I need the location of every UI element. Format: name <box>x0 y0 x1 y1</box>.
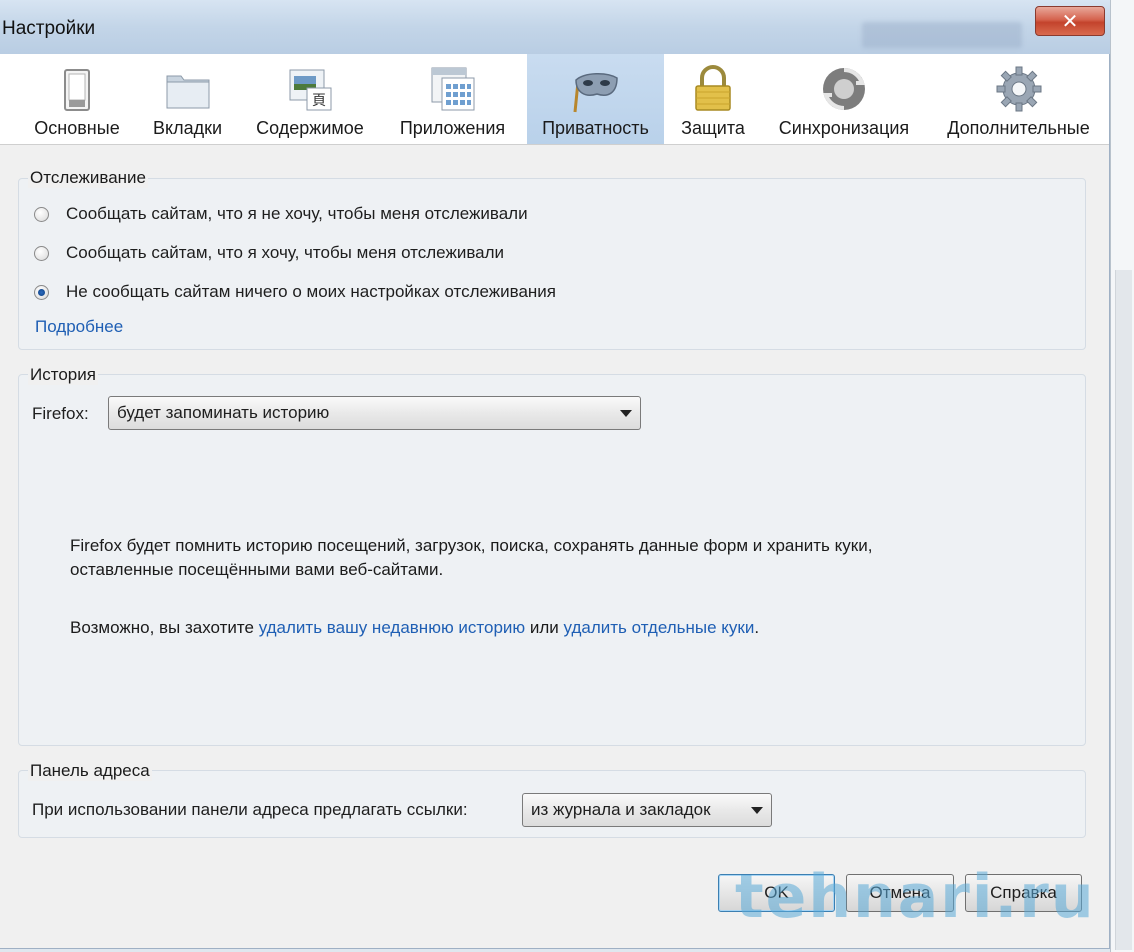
tab-applications-label: Приложения <box>399 118 506 138</box>
tab-advanced-label: Дополнительные <box>947 118 1090 138</box>
remove-cookies-link[interactable]: удалить отдельные куки <box>564 618 755 637</box>
window-title: Настройки <box>2 18 96 39</box>
address-bar-legend: Панель адреса <box>28 761 152 781</box>
cancel-button[interactable]: Отмена <box>846 874 954 912</box>
switch-icon <box>64 69 90 111</box>
content-icon: 頁 <box>289 69 332 111</box>
tab-content[interactable]: 頁 Содержимое <box>240 54 380 144</box>
chevron-down-icon <box>751 807 763 814</box>
help-button[interactable]: Справка <box>965 874 1082 912</box>
tracking-option-dont-track[interactable]: Сообщать сайтам, что я не хочу, чтобы ме… <box>34 204 528 224</box>
tab-general-label: Основные <box>34 118 120 138</box>
tab-privacy-label: Приватность <box>542 118 649 138</box>
chevron-down-icon <box>620 410 632 417</box>
tab-tabs-label: Вкладки <box>152 118 223 138</box>
tracking-option-allow-track[interactable]: Сообщать сайтам, что я хочу, чтобы меня … <box>34 243 504 263</box>
tab-sync-label: Синхронизация <box>778 118 910 138</box>
history-description-line1: Firefox будет помнить историю посещений,… <box>70 536 873 555</box>
tab-content-label: Содержимое <box>256 118 364 138</box>
tab-general[interactable]: Основные <box>14 54 140 144</box>
history-mode-select[interactable]: будет запоминать историю <box>108 396 641 430</box>
desktop-background <box>1110 0 1134 952</box>
history-description-line2: оставленные посещёнными вами веб-сайтами… <box>70 560 444 579</box>
sync-icon <box>823 68 865 110</box>
close-icon: ✕ <box>1061 10 1079 33</box>
history-description: Firefox будет помнить историю посещений,… <box>70 534 872 582</box>
history-hint: Возможно, вы захотите удалить вашу недав… <box>70 616 759 640</box>
ok-button-label: OK <box>764 883 789 902</box>
firefox-label: Firefox: <box>32 404 89 423</box>
address-bar-suggestions-value: из журнала и закладок <box>531 800 711 819</box>
folder-tabs-icon <box>166 75 209 109</box>
help-button-label: Справка <box>990 883 1057 902</box>
blurred-background-text <box>862 22 1022 48</box>
clear-recent-history-link[interactable]: удалить вашу недавнюю историю <box>259 618 525 637</box>
mask-icon <box>573 73 618 113</box>
tab-tabs[interactable]: Вкладки <box>140 54 235 144</box>
tab-sync[interactable]: Синхронизация <box>768 54 920 144</box>
applications-icon <box>431 67 474 111</box>
gear-icon <box>996 66 1041 112</box>
address-bar-label: При использовании панели адреса предлага… <box>32 800 468 819</box>
title-bar: Настройки ✕ <box>0 0 1110 54</box>
tab-privacy[interactable]: Приватность <box>527 54 664 144</box>
radio-button[interactable] <box>34 206 49 222</box>
tracking-option-label: Сообщать сайтам, что я не хочу, чтобы ме… <box>66 204 528 223</box>
tab-security[interactable]: Защита <box>668 54 758 144</box>
tracking-option-label: Не сообщать сайтам ничего о моих настрой… <box>66 282 557 301</box>
history-mode-value: будет запоминать историю <box>117 403 330 422</box>
settings-dialog: Основные Вкладки 頁 Содержимое Приложения… <box>0 54 1110 949</box>
tab-applications[interactable]: Приложения <box>385 54 520 144</box>
tab-advanced[interactable]: Дополнительные <box>936 54 1101 144</box>
radio-button-checked[interactable] <box>34 284 49 300</box>
tracking-legend: Отслеживание <box>28 168 149 188</box>
hint-middle: или <box>525 618 564 637</box>
hint-prefix: Возможно, вы захотите <box>70 618 259 637</box>
close-button[interactable]: ✕ <box>1035 6 1105 36</box>
tracking-option-label: Сообщать сайтам, что я хочу, чтобы меня … <box>66 243 505 262</box>
history-legend: История <box>28 365 98 385</box>
tab-security-label: Защита <box>681 118 745 138</box>
ok-button[interactable]: OK <box>718 874 835 912</box>
radio-button[interactable] <box>34 245 49 261</box>
svg-text:頁: 頁 <box>312 92 326 108</box>
learn-more-link[interactable]: Подробнее <box>35 317 123 337</box>
tracking-option-no-preference[interactable]: Не сообщать сайтам ничего о моих настрой… <box>34 282 556 302</box>
pane-toolbar: Основные Вкладки 頁 Содержимое Приложения… <box>0 54 1109 145</box>
hint-suffix: . <box>754 618 760 637</box>
address-bar-suggestions-select[interactable]: из журнала и закладок <box>522 793 772 827</box>
cancel-button-label: Отмена <box>869 883 931 902</box>
padlock-icon <box>695 65 731 111</box>
